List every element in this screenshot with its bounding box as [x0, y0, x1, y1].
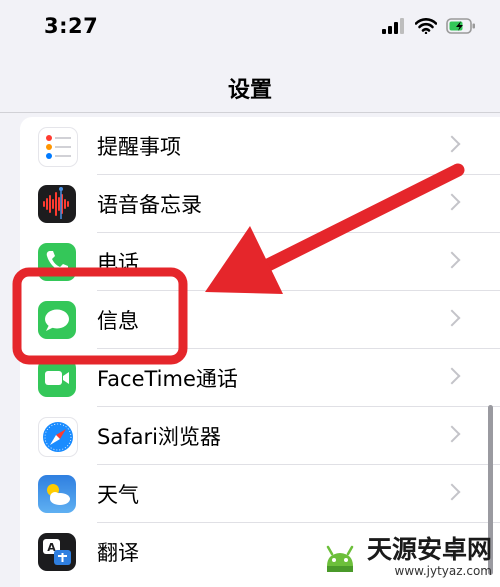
settings-item-weather[interactable]: 天气	[20, 465, 500, 523]
settings-item-messages[interactable]: 信息	[20, 291, 500, 349]
wifi-icon	[415, 18, 437, 34]
watermark-url: www.jytyaz.com	[394, 563, 493, 578]
cellular-signal-icon	[382, 18, 404, 34]
settings-item-label: 提醒事项	[97, 135, 181, 159]
status-icons	[382, 18, 476, 34]
page-title: 设置	[227, 78, 272, 103]
settings-item-label: Safari浏览器	[97, 425, 221, 449]
android-logo-icon	[326, 545, 354, 572]
facetime-icon	[38, 359, 76, 397]
settings-item-label: 天气	[97, 483, 139, 507]
status-bar: 3:27	[0, 0, 500, 60]
translate-icon: A	[38, 533, 76, 571]
chevron-right-icon	[443, 309, 461, 327]
settings-list: 提醒事项 语音备忘录 电话 信息 FaceTime通话 Safari浏览器 天气…	[20, 117, 500, 587]
voice-memos-icon	[38, 185, 76, 223]
settings-item-label: 电话	[97, 251, 139, 275]
chevron-right-icon	[443, 251, 461, 269]
weather-icon	[38, 475, 76, 513]
chevron-right-icon	[443, 193, 461, 211]
status-time: 3:27	[44, 14, 99, 38]
settings-item-label: 翻译	[97, 541, 139, 565]
nav-bar: 设置	[0, 60, 500, 113]
reminders-icon	[38, 127, 78, 167]
chevron-right-icon	[443, 425, 461, 443]
settings-item-label: 语音备忘录	[97, 193, 202, 217]
settings-item-phone[interactable]: 电话	[20, 233, 500, 291]
chevron-right-icon	[443, 483, 461, 501]
settings-item-facetime[interactable]: FaceTime通话	[20, 349, 500, 407]
watermark-text: 天源安卓网 www.jytyaz.com	[367, 537, 492, 578]
settings-item-label: 信息	[97, 309, 139, 333]
settings-item-voice-memos[interactable]: 语音备忘录	[20, 175, 500, 233]
settings-item-safari[interactable]: Safari浏览器	[20, 407, 500, 465]
phone-icon	[38, 243, 76, 281]
battery-charging-icon	[446, 18, 475, 34]
watermark: 天源安卓网 www.jytyaz.com	[319, 536, 492, 578]
chevron-right-icon	[443, 367, 461, 385]
messages-icon	[38, 301, 76, 339]
watermark-title: 天源安卓网	[366, 534, 492, 564]
chevron-right-icon	[443, 135, 461, 153]
safari-icon	[38, 417, 78, 457]
settings-item-label: FaceTime通话	[97, 367, 238, 391]
settings-item-reminders[interactable]: 提醒事项	[20, 117, 500, 175]
